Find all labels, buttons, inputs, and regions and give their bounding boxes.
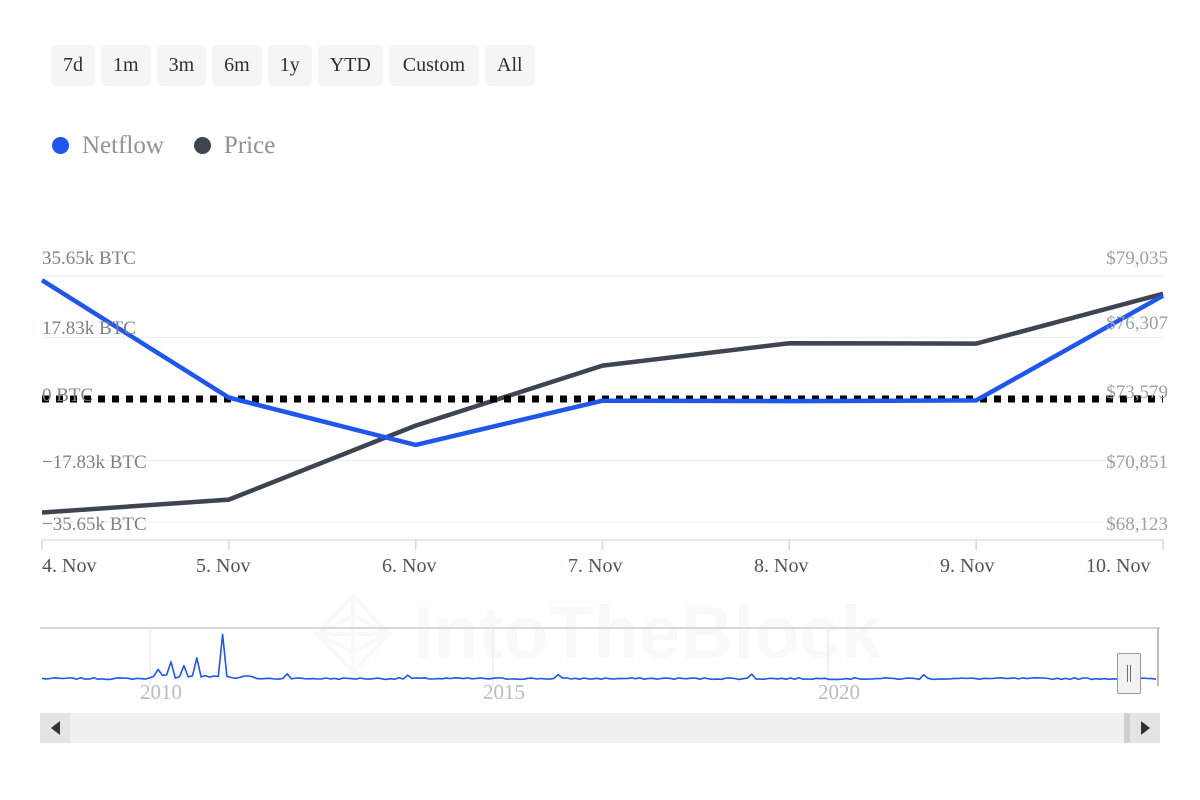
chart-legend: Netflow Price — [52, 133, 275, 158]
y-axis-right-tick-4: $68,123 — [1106, 515, 1168, 534]
navigator-year-2010: 2010 — [140, 682, 182, 703]
navigator-year-2020: 2020 — [818, 682, 860, 703]
legend-dot-netflow-icon — [52, 137, 69, 154]
legend-item-netflow[interactable]: Netflow — [52, 133, 164, 158]
y-axis-left-tick-2: 0 BTC — [42, 386, 93, 405]
chart-plot-svg — [0, 230, 1200, 560]
legend-label-netflow: Netflow — [82, 133, 164, 158]
range-button-3m[interactable]: 3m — [157, 45, 207, 86]
x-axis-tick-1: 5. Nov — [196, 556, 250, 576]
main-chart[interactable]: IntoTheBlock — [0, 230, 1200, 560]
navigator-year-2015: 2015 — [483, 682, 525, 703]
scroll-right-arrow-icon[interactable] — [1130, 713, 1160, 743]
range-button-ytd[interactable]: YTD — [318, 45, 383, 86]
range-button-custom[interactable]: Custom — [389, 45, 479, 86]
x-axis-tick-4: 8. Nov — [754, 556, 808, 576]
x-axis-tick-6: 10. Nov — [1086, 556, 1150, 576]
y-axis-right-tick-3: $70,851 — [1106, 453, 1168, 472]
horizontal-scrollbar[interactable] — [40, 713, 1160, 743]
x-axis-tick-2: 6. Nov — [382, 556, 436, 576]
legend-dot-price-icon — [194, 137, 211, 154]
y-axis-right-tick-1: $76,307 — [1106, 314, 1168, 333]
y-axis-left-tick-1: 17.83k BTC — [42, 319, 136, 338]
scrollbar-track[interactable] — [40, 713, 1160, 743]
legend-item-price[interactable]: Price — [194, 133, 275, 158]
x-axis-tick-3: 7. Nov — [568, 556, 622, 576]
range-button-all[interactable]: All — [485, 45, 535, 86]
navigator[interactable] — [40, 622, 1160, 700]
x-axis-tick-5: 9. Nov — [940, 556, 994, 576]
handle-grip-line-1 — [1127, 665, 1128, 682]
y-axis-left-tick-0: 35.65k BTC — [42, 249, 136, 268]
x-axis-tick-0: 4. Nov — [42, 556, 96, 576]
y-axis-right-tick-0: $79,035 — [1106, 249, 1168, 268]
y-axis-left-tick-3: −17.83k BTC — [42, 453, 147, 472]
navigator-sparkline — [40, 622, 1160, 700]
range-button-6m[interactable]: 6m — [212, 45, 262, 86]
y-axis-right-tick-2: $73,579 — [1106, 383, 1168, 402]
range-button-1m[interactable]: 1m — [101, 45, 151, 86]
handle-grip-line-2 — [1130, 665, 1131, 682]
scroll-left-arrow-icon[interactable] — [40, 713, 70, 743]
time-range-selector: 7d 1m 3m 6m 1y YTD Custom All — [51, 45, 535, 86]
navigator-right-handle[interactable] — [1117, 653, 1141, 694]
range-button-7d[interactable]: 7d — [51, 45, 95, 86]
legend-label-price: Price — [224, 133, 275, 158]
right-triangle-icon — [1141, 721, 1150, 735]
y-axis-left-tick-4: −35.65k BTC — [42, 515, 147, 534]
left-triangle-icon — [51, 721, 60, 735]
range-button-1y[interactable]: 1y — [268, 45, 312, 86]
